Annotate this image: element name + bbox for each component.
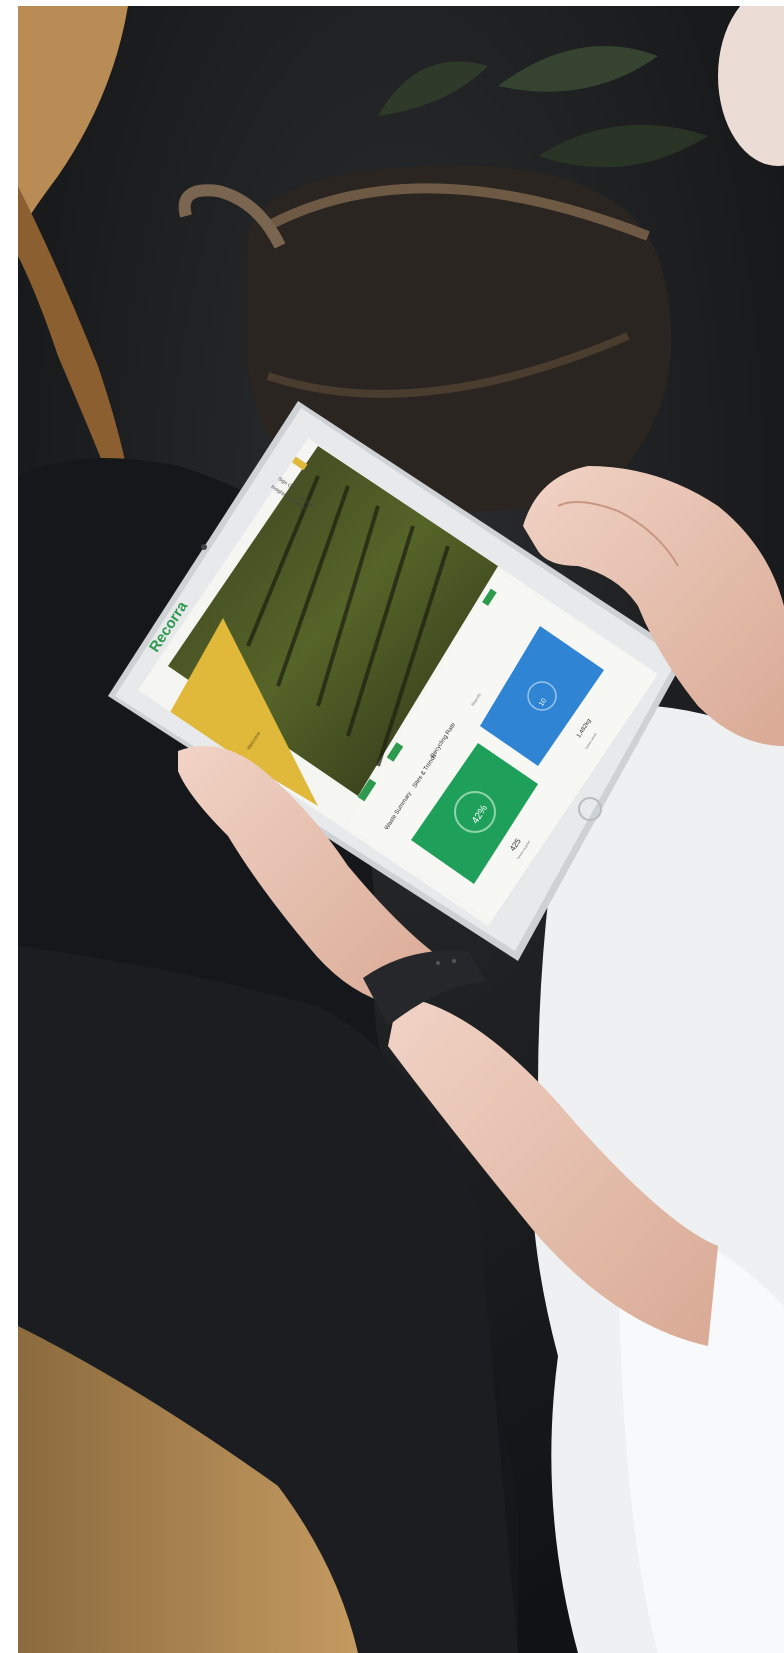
scene-illustration: [18, 6, 784, 1653]
front-camera: [201, 544, 207, 550]
watch-pin: [436, 961, 440, 965]
photo-scene: Recorra Sign Out Insights Overview Sitem…: [18, 6, 784, 1653]
watch-pin: [452, 959, 456, 963]
